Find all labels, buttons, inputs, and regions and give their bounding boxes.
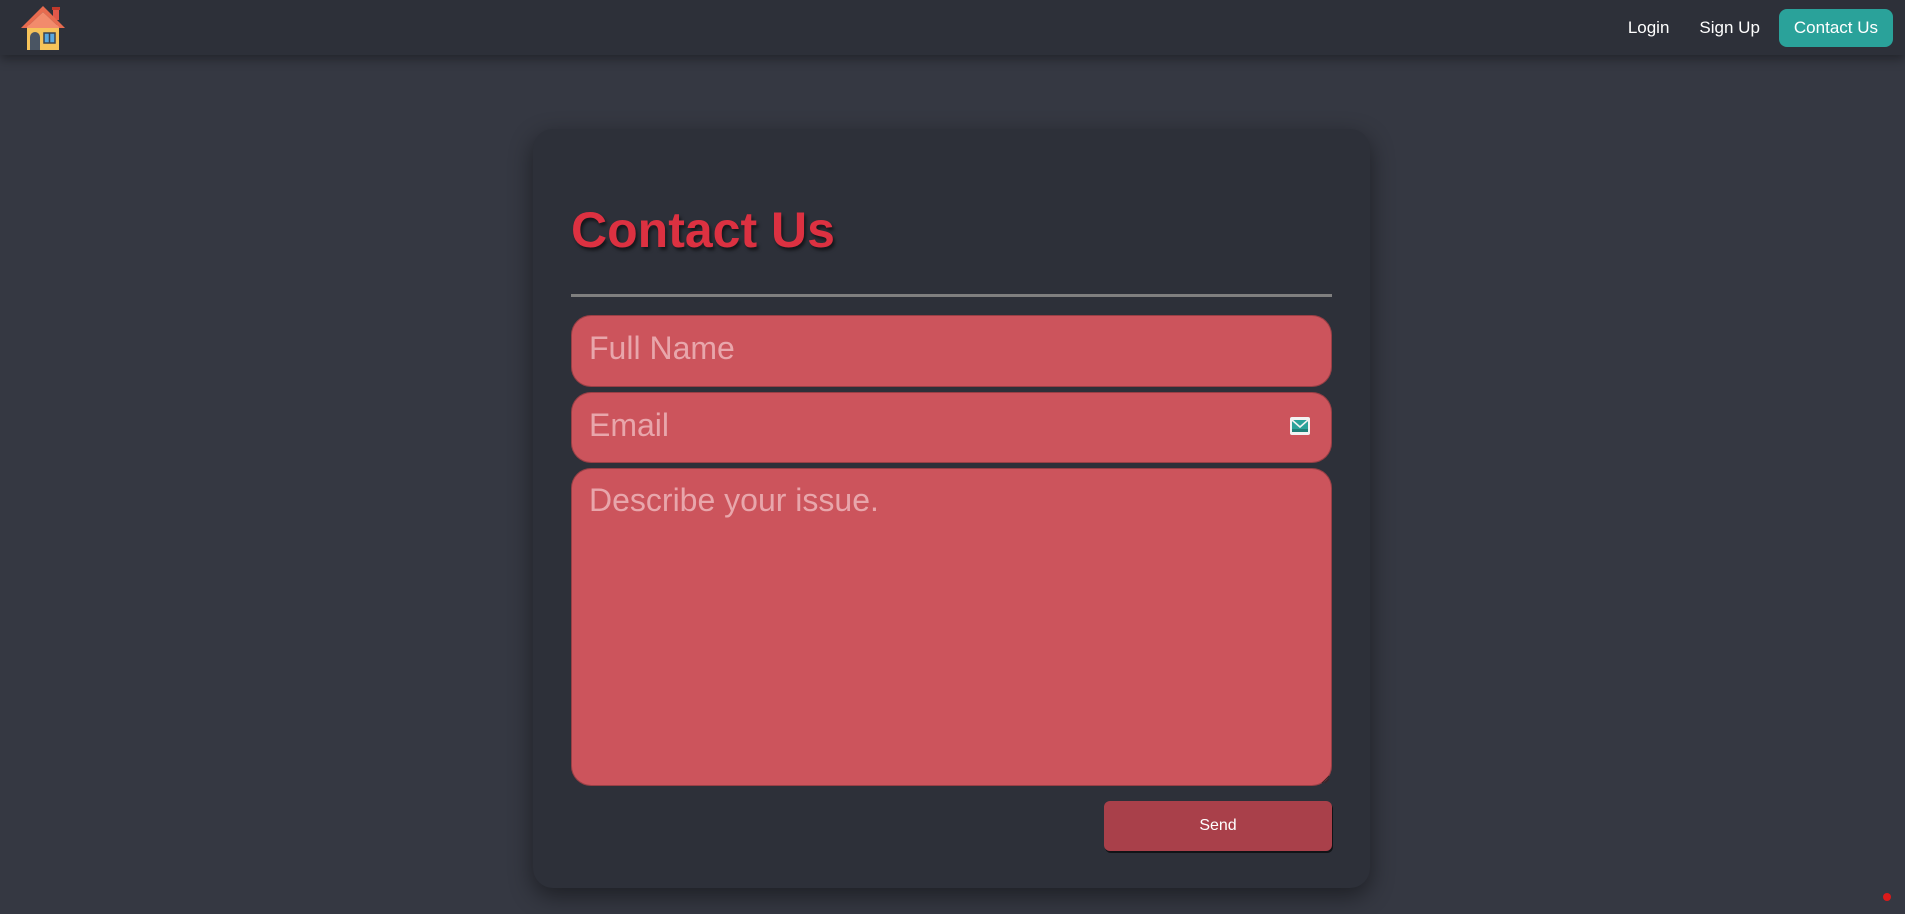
title-divider: [571, 294, 1332, 297]
resize-grip-icon[interactable]: [1320, 774, 1330, 784]
nav-contact-link[interactable]: Contact Us: [1778, 9, 1893, 47]
page-title: Contact Us: [571, 202, 835, 258]
nav-login-link[interactable]: Login: [1613, 9, 1685, 47]
status-dot: [1883, 893, 1891, 901]
full-name-input[interactable]: Full Name: [571, 315, 1332, 387]
nav-links: Login Sign Up Contact Us: [1613, 9, 1893, 47]
full-name-placeholder: Full Name: [589, 330, 735, 366]
top-navbar: Login Sign Up Contact Us: [0, 0, 1905, 55]
issue-textarea[interactable]: Describe your issue.: [571, 468, 1332, 786]
email-placeholder: Email: [589, 407, 670, 443]
envelope-icon: [1290, 417, 1310, 435]
contact-card: Contact Us Full Name Email Describe your…: [533, 129, 1370, 888]
email-input[interactable]: Email: [571, 392, 1332, 463]
issue-placeholder: Describe your issue.: [589, 482, 879, 518]
nav-signup-link[interactable]: Sign Up: [1684, 9, 1774, 47]
home-logo-button[interactable]: [18, 3, 68, 53]
house-icon: [21, 6, 65, 50]
send-button[interactable]: Send: [1104, 801, 1332, 851]
